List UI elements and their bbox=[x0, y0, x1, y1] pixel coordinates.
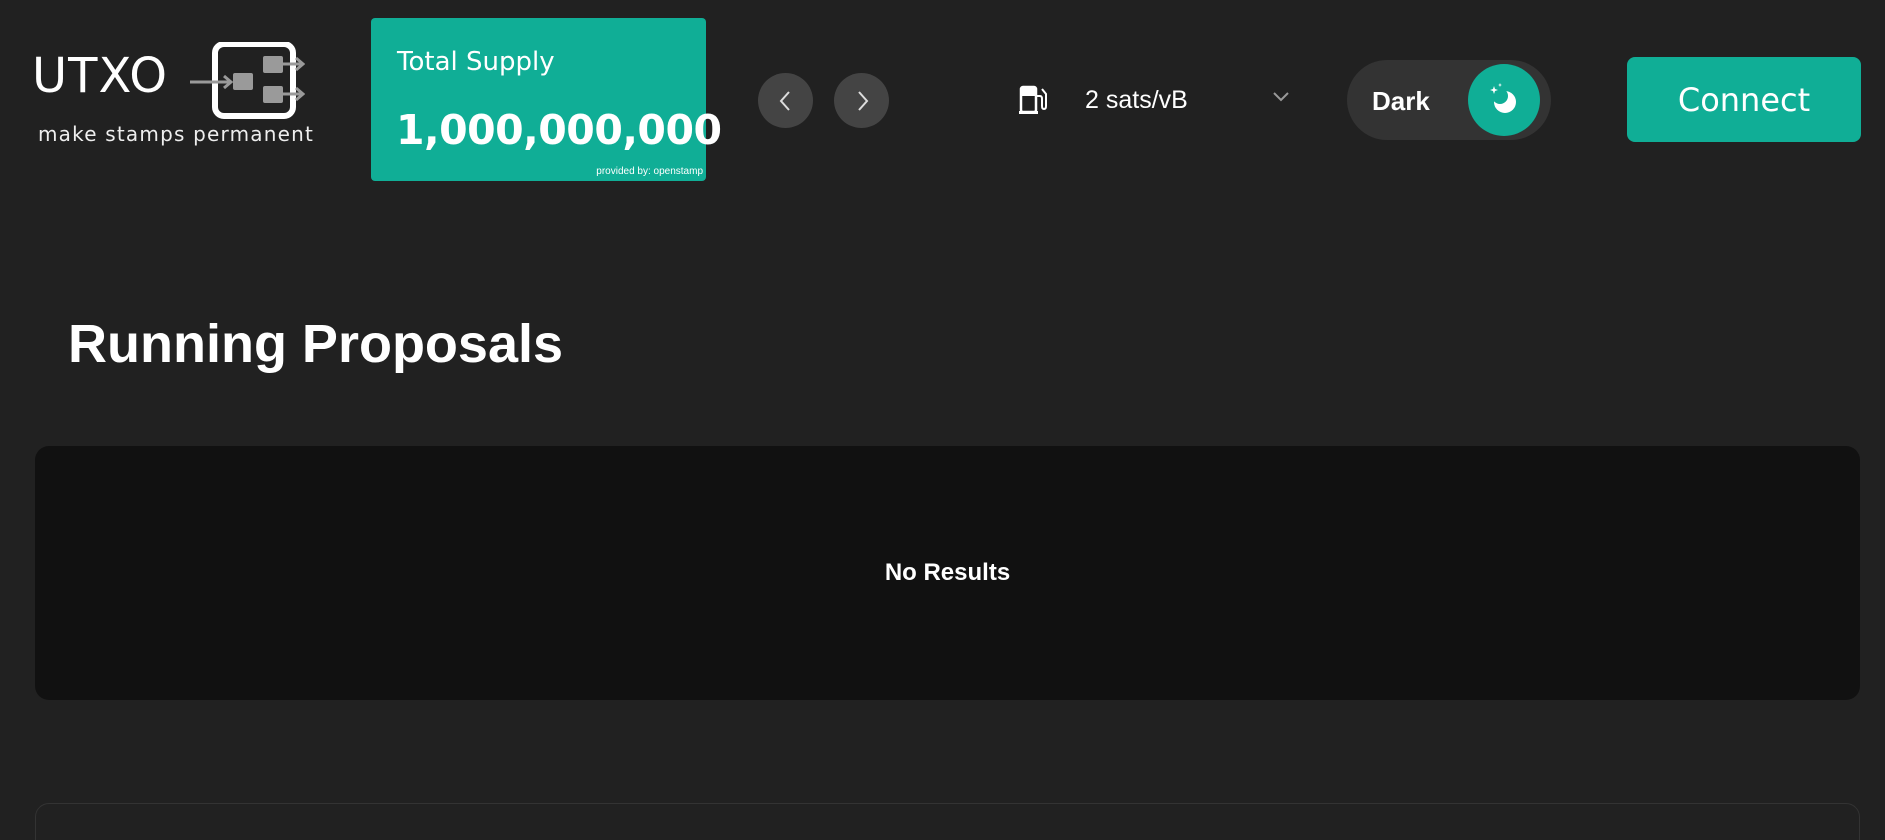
theme-toggle-knob bbox=[1468, 64, 1540, 136]
previous-button[interactable] bbox=[758, 73, 813, 128]
logo[interactable]: UTXO make stamps permanent bbox=[30, 38, 313, 150]
secondary-panel bbox=[35, 803, 1860, 840]
logo-wordmark: UTXO bbox=[32, 48, 169, 104]
empty-state-message: No Results bbox=[884, 559, 1011, 586]
chevron-right-icon bbox=[857, 90, 868, 111]
fee-rate-dropdown[interactable]: 2 sats/vB bbox=[1010, 74, 1300, 126]
logo-tagline: make stamps permanent bbox=[38, 122, 315, 146]
supply-source: provided by: openstamp bbox=[596, 166, 703, 177]
fuel-pump-icon bbox=[1019, 85, 1047, 114]
next-button[interactable] bbox=[834, 73, 889, 128]
theme-toggle[interactable]: Dark bbox=[1347, 60, 1551, 140]
moon-stars-icon bbox=[1490, 83, 1516, 113]
connect-button[interactable]: Connect bbox=[1627, 57, 1861, 142]
supply-title: Total Supply bbox=[397, 47, 555, 77]
supply-value: 1,000,000,000 bbox=[396, 106, 722, 154]
page-title: Running Proposals bbox=[68, 314, 564, 374]
theme-label: Dark bbox=[1372, 86, 1430, 116]
fee-rate-value: 2 sats/vB bbox=[1085, 86, 1188, 114]
proposals-panel: No Results bbox=[35, 446, 1860, 700]
total-supply-card: Total Supply 1,000,000,000 provided by: … bbox=[371, 18, 722, 181]
chevron-left-icon bbox=[779, 90, 790, 111]
page: UTXO make stamps permanent Total Supply … bbox=[0, 0, 1885, 840]
chevron-down-icon bbox=[1273, 92, 1289, 102]
stamp-arrows-icon bbox=[190, 42, 305, 119]
